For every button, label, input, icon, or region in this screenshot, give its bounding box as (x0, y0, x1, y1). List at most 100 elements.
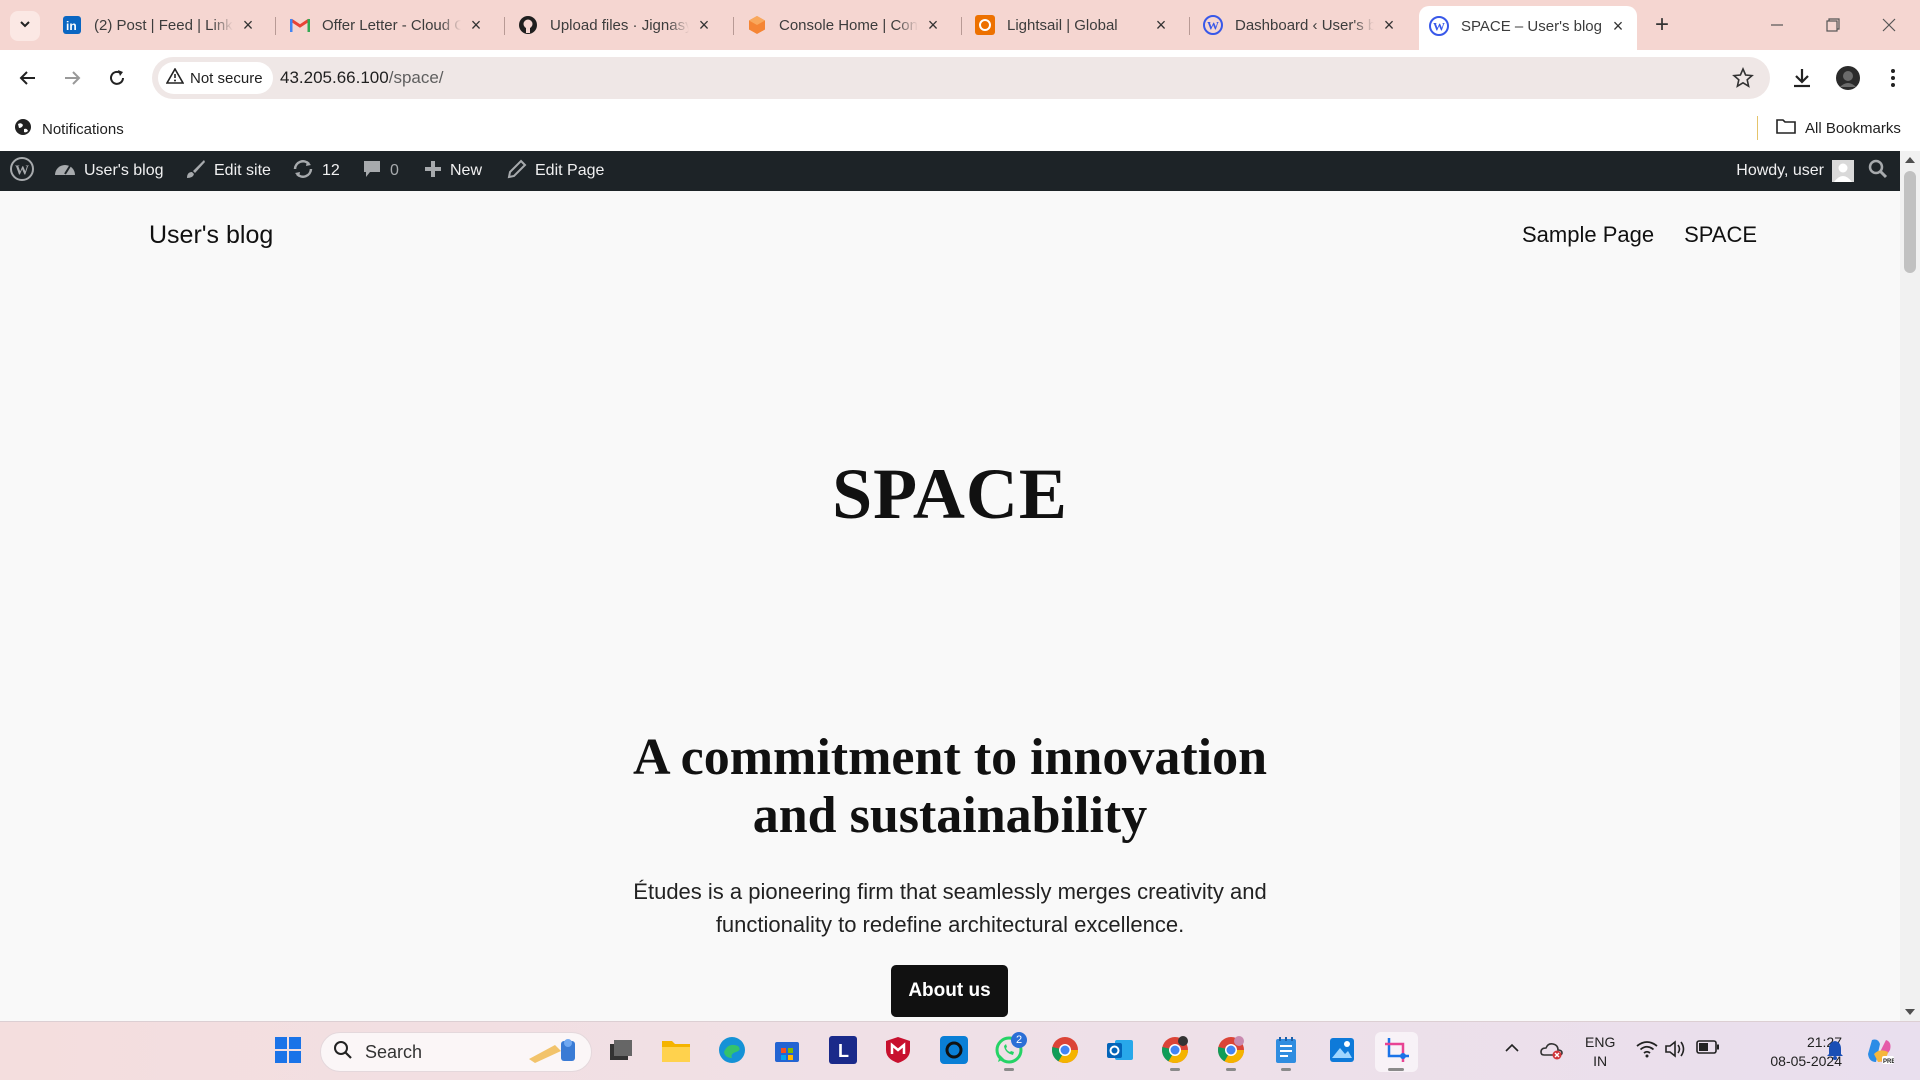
input-language-indicator[interactable]: ENG IN (1585, 1033, 1615, 1071)
taskview-app[interactable] (601, 1032, 641, 1072)
comments-count: 0 (390, 162, 399, 179)
notepad-app[interactable] (1266, 1032, 1306, 1072)
menu-kebab-icon[interactable] (1878, 63, 1908, 93)
admin-bar-edit-page[interactable]: Edit Page (507, 151, 604, 191)
globe-icon (14, 118, 32, 140)
admin-bar-comments[interactable]: 0 (362, 151, 399, 191)
reload-icon (110, 70, 124, 85)
tab-space-active[interactable]: W SPACE – User's blog × (1419, 6, 1637, 50)
profile-avatar[interactable] (1833, 63, 1863, 93)
file-explorer-app[interactable] (656, 1032, 696, 1072)
restore-button[interactable] (1818, 10, 1848, 40)
chrome-icon (1217, 1035, 1245, 1069)
close-icon[interactable]: × (695, 16, 713, 34)
scrollbar-thumb[interactable] (1904, 171, 1916, 273)
copilot-icon[interactable]: PRE (1864, 1036, 1894, 1066)
volume-icon[interactable] (1664, 1040, 1686, 1058)
site-title-link[interactable]: User's blog (149, 221, 273, 250)
admin-bar-account[interactable]: Howdy, user (1736, 151, 1854, 191)
nav-item-sample-page[interactable]: Sample Page (1522, 222, 1654, 248)
new-tab-button[interactable]: + (1648, 12, 1676, 40)
taskbar-search-box[interactable]: Search (320, 1032, 592, 1072)
wifi-icon[interactable] (1636, 1040, 1658, 1058)
chrome-profile-app-2[interactable] (1211, 1032, 1251, 1072)
wordpress-icon: W (1429, 16, 1449, 36)
tab-wp-dashboard[interactable]: W Dashboard ‹ User's blog × (1193, 8, 1408, 42)
url-text[interactable]: 43.205.66.100/space/ (280, 68, 444, 88)
site-info-chip[interactable]: Not secure (158, 62, 273, 94)
admin-bar-updates[interactable]: 12 (292, 151, 340, 191)
reload-button[interactable] (101, 62, 133, 94)
admin-bar-site-name[interactable]: User's blog (54, 151, 164, 191)
comment-icon (362, 159, 382, 184)
download-icon[interactable] (1787, 63, 1817, 93)
notepad-icon (1274, 1036, 1298, 1069)
snipping-tool-app[interactable] (1375, 1032, 1418, 1072)
show-hidden-icons-button[interactable] (1505, 1040, 1519, 1058)
nav-item-space[interactable]: SPACE (1684, 222, 1757, 248)
mcafee-app[interactable] (878, 1032, 918, 1072)
lang-line: ENG (1585, 1034, 1616, 1050)
store-app[interactable] (767, 1032, 807, 1072)
pencil-icon (507, 159, 527, 184)
plus-icon (424, 160, 442, 183)
arrow-right-icon (65, 71, 81, 85)
tab-gmail[interactable]: Offer Letter - Cloud Computing × (280, 8, 495, 42)
tab-linkedin[interactable]: in (2) Post | Feed | LinkedIn × (52, 8, 267, 42)
close-icon[interactable]: × (924, 16, 942, 34)
gmail-icon (290, 15, 310, 35)
close-icon[interactable]: × (467, 16, 485, 34)
admin-bar-edit-site[interactable]: Edit site (184, 151, 271, 191)
windows-taskbar: Search L 2 ENG IN 21:27 08-05-2024 PRE (0, 1021, 1920, 1080)
edge-app[interactable] (712, 1032, 752, 1072)
tab-search-button[interactable] (10, 11, 40, 41)
photos-app[interactable] (1322, 1032, 1362, 1072)
close-icon[interactable]: × (1152, 16, 1170, 34)
snipping-tool-icon (1383, 1036, 1411, 1069)
wp-logo-menu[interactable]: W (10, 151, 34, 191)
bookmark-notifications[interactable]: Notifications (14, 118, 124, 140)
running-indicator (1388, 1068, 1404, 1071)
forward-button[interactable] (56, 62, 88, 94)
close-icon[interactable]: × (239, 16, 257, 34)
app-circle-icon (940, 1035, 968, 1069)
outlook-app[interactable] (1100, 1032, 1140, 1072)
scroll-down-arrow[interactable] (1905, 1009, 1915, 1015)
edit-site-label: Edit site (214, 162, 271, 179)
admin-bar-new[interactable]: New (424, 151, 482, 191)
tab-github[interactable]: Upload files · Jignasya × (508, 8, 723, 42)
tab-lightsail[interactable]: Lightsail | Global × (965, 8, 1180, 42)
start-button[interactable] (268, 1032, 308, 1072)
close-icon[interactable]: × (1380, 16, 1398, 34)
chrome-app[interactable] (1045, 1032, 1085, 1072)
minimize-button[interactable] (1762, 10, 1792, 40)
blue-app[interactable] (934, 1032, 974, 1072)
svg-text:PRE: PRE (1883, 1059, 1894, 1065)
tab-aws-console[interactable]: Console Home | Console × (737, 8, 952, 42)
back-button[interactable] (12, 62, 44, 94)
admin-bar-search[interactable] (1868, 151, 1888, 191)
tab-separator (275, 17, 276, 35)
new-label: New (450, 162, 483, 179)
onedrive-status-icon[interactable] (1540, 1040, 1564, 1065)
hero-headline: A commitment to innovation and sustainab… (0, 729, 1900, 845)
intro-line: functionality to redefine architectural … (715, 912, 1185, 937)
address-bar[interactable]: Not secure 43.205.66.100/space/ (152, 57, 1770, 99)
folder-icon (661, 1037, 691, 1068)
all-bookmarks-button[interactable]: All Bookmarks (1776, 118, 1901, 138)
page-scrollbar[interactable] (1900, 151, 1920, 1021)
cloud-error-icon (1540, 1040, 1564, 1065)
scroll-up-arrow[interactable] (1905, 157, 1915, 163)
brush-icon (184, 159, 206, 184)
launcher-l-app[interactable]: L (823, 1032, 863, 1072)
close-icon[interactable]: × (1609, 17, 1627, 35)
chrome-profile-app[interactable] (1155, 1032, 1195, 1072)
about-us-button[interactable]: About us (891, 965, 1008, 1017)
bookmarks-bar: Notifications All Bookmarks (0, 106, 1920, 151)
notification-bell-icon[interactable] (1826, 1040, 1844, 1060)
close-window-button[interactable] (1874, 10, 1904, 40)
battery-icon[interactable] (1696, 1040, 1720, 1054)
whatsapp-app[interactable]: 2 (989, 1032, 1029, 1072)
bookmark-star-icon[interactable] (1732, 66, 1754, 94)
svg-text:W: W (1207, 19, 1219, 33)
